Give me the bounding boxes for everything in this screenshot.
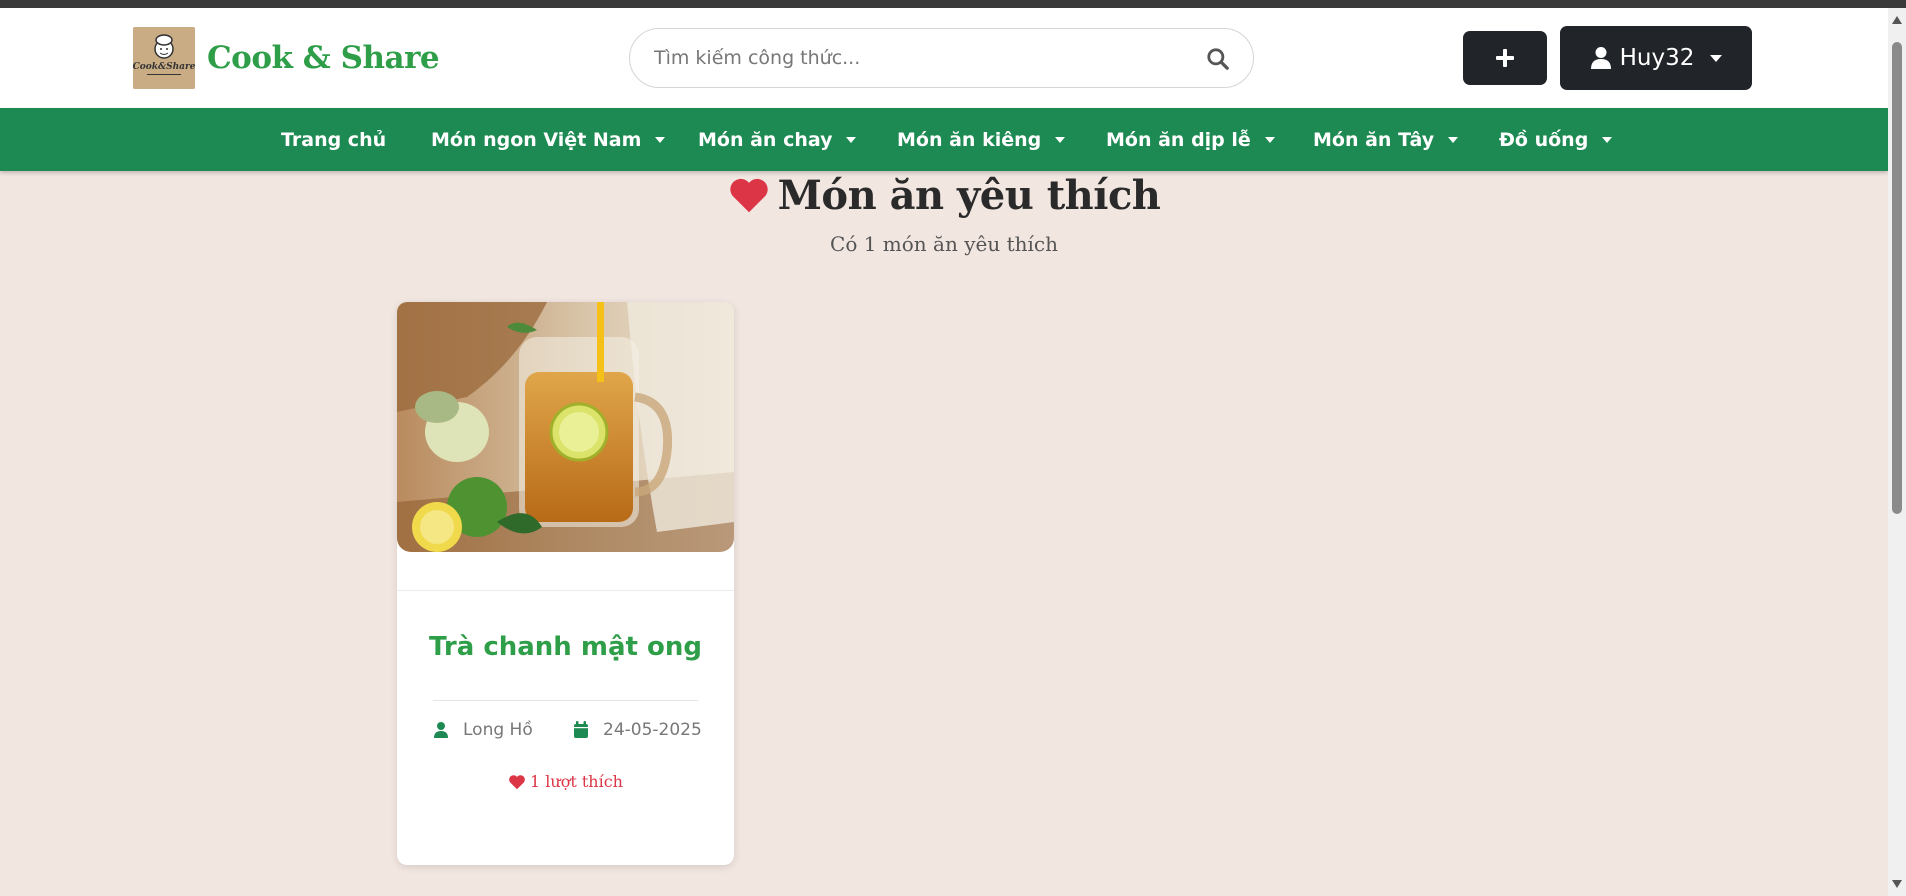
search-icon[interactable] xyxy=(1205,46,1231,72)
user-icon xyxy=(1590,47,1611,69)
chevron-down-icon xyxy=(1448,136,1459,143)
nav-item-holiday[interactable]: Món ăn dịp lễ xyxy=(1106,108,1275,171)
chevron-down-icon xyxy=(655,136,666,143)
nav-item-diet[interactable]: Món ăn kiêng xyxy=(897,108,1066,171)
nav-item-drinks[interactable]: Đồ uống xyxy=(1499,108,1613,171)
chevron-down-icon xyxy=(1710,54,1723,62)
author-name: Long Hồ xyxy=(463,720,533,740)
top-header: Cook&Share Cook & Share Huy32 xyxy=(0,8,1888,108)
logo-text: Cook&Share xyxy=(133,62,195,72)
brand-logo[interactable]: Cook&Share xyxy=(133,27,195,89)
nav-item-vegetarian[interactable]: Món ăn chay xyxy=(698,108,857,171)
nav-item-label: Món ăn kiêng xyxy=(897,128,1042,151)
nav-item-label: Trang chủ xyxy=(281,128,387,151)
nav-item-label: Đồ uống xyxy=(1499,128,1589,151)
page-viewport: Cook&Share Cook & Share Huy32 xyxy=(0,8,1888,896)
card-meta-divider xyxy=(433,700,698,701)
chevron-down-icon xyxy=(1055,136,1066,143)
nav-item-label: Món ăn Tây xyxy=(1313,128,1435,151)
plus-icon xyxy=(1496,49,1514,67)
likes-label: 1 lượt thích xyxy=(530,772,623,791)
scrollbar-thumb[interactable] xyxy=(1892,42,1902,514)
user-icon xyxy=(434,722,448,738)
nav-item-label: Món ngon Việt Nam xyxy=(431,128,642,151)
page-heading: Món ăn yêu thích xyxy=(0,168,1888,222)
nav-item-label: Món ăn chay xyxy=(698,128,833,151)
scroll-up-icon[interactable] xyxy=(1892,16,1902,24)
nav-item-home[interactable]: Trang chủ xyxy=(281,108,386,171)
page-title: Món ăn yêu thích xyxy=(777,171,1161,219)
scroll-down-icon[interactable] xyxy=(1892,880,1902,888)
username-label: Huy32 xyxy=(1619,45,1695,71)
chevron-down-icon xyxy=(846,136,857,143)
nav-item-label: Món ăn dịp lễ xyxy=(1106,128,1251,151)
favorites-count: Có 1 món ăn yêu thích xyxy=(830,232,1058,256)
recipe-image[interactable] xyxy=(397,302,734,552)
search-input[interactable] xyxy=(654,43,1174,73)
brand-name[interactable]: Cook & Share xyxy=(207,38,440,78)
date-label: 24-05-2025 xyxy=(603,720,702,740)
chevron-down-icon xyxy=(1264,136,1275,143)
user-menu-button[interactable]: Huy32 xyxy=(1560,26,1752,90)
recipe-date: 24-05-2025 xyxy=(573,718,702,742)
recipe-photo xyxy=(397,302,734,552)
calendar-icon xyxy=(574,721,588,738)
main-navbar: Trang chủ Món ngon Việt Nam Món ăn chay … xyxy=(0,108,1888,171)
page-scrollbar[interactable] xyxy=(1888,8,1906,896)
chevron-down-icon xyxy=(1602,136,1613,143)
recipe-card[interactable]: Trà chanh mật ong Long Hồ 24-05-2025 1 l… xyxy=(397,302,734,865)
likes-count: 1 lượt thích xyxy=(397,772,734,791)
add-recipe-button[interactable] xyxy=(1463,31,1547,85)
search-bar xyxy=(629,28,1254,88)
nav-item-western[interactable]: Món ăn Tây xyxy=(1313,108,1459,171)
heart-icon xyxy=(729,178,768,213)
heart-icon xyxy=(509,774,525,789)
logo-image: Cook&Share xyxy=(133,27,195,89)
recipe-title[interactable]: Trà chanh mật ong xyxy=(397,632,734,662)
card-divider xyxy=(397,590,734,591)
nav-item-vietnamese[interactable]: Món ngon Việt Nam xyxy=(431,108,666,171)
recipe-author: Long Hồ xyxy=(433,718,533,742)
